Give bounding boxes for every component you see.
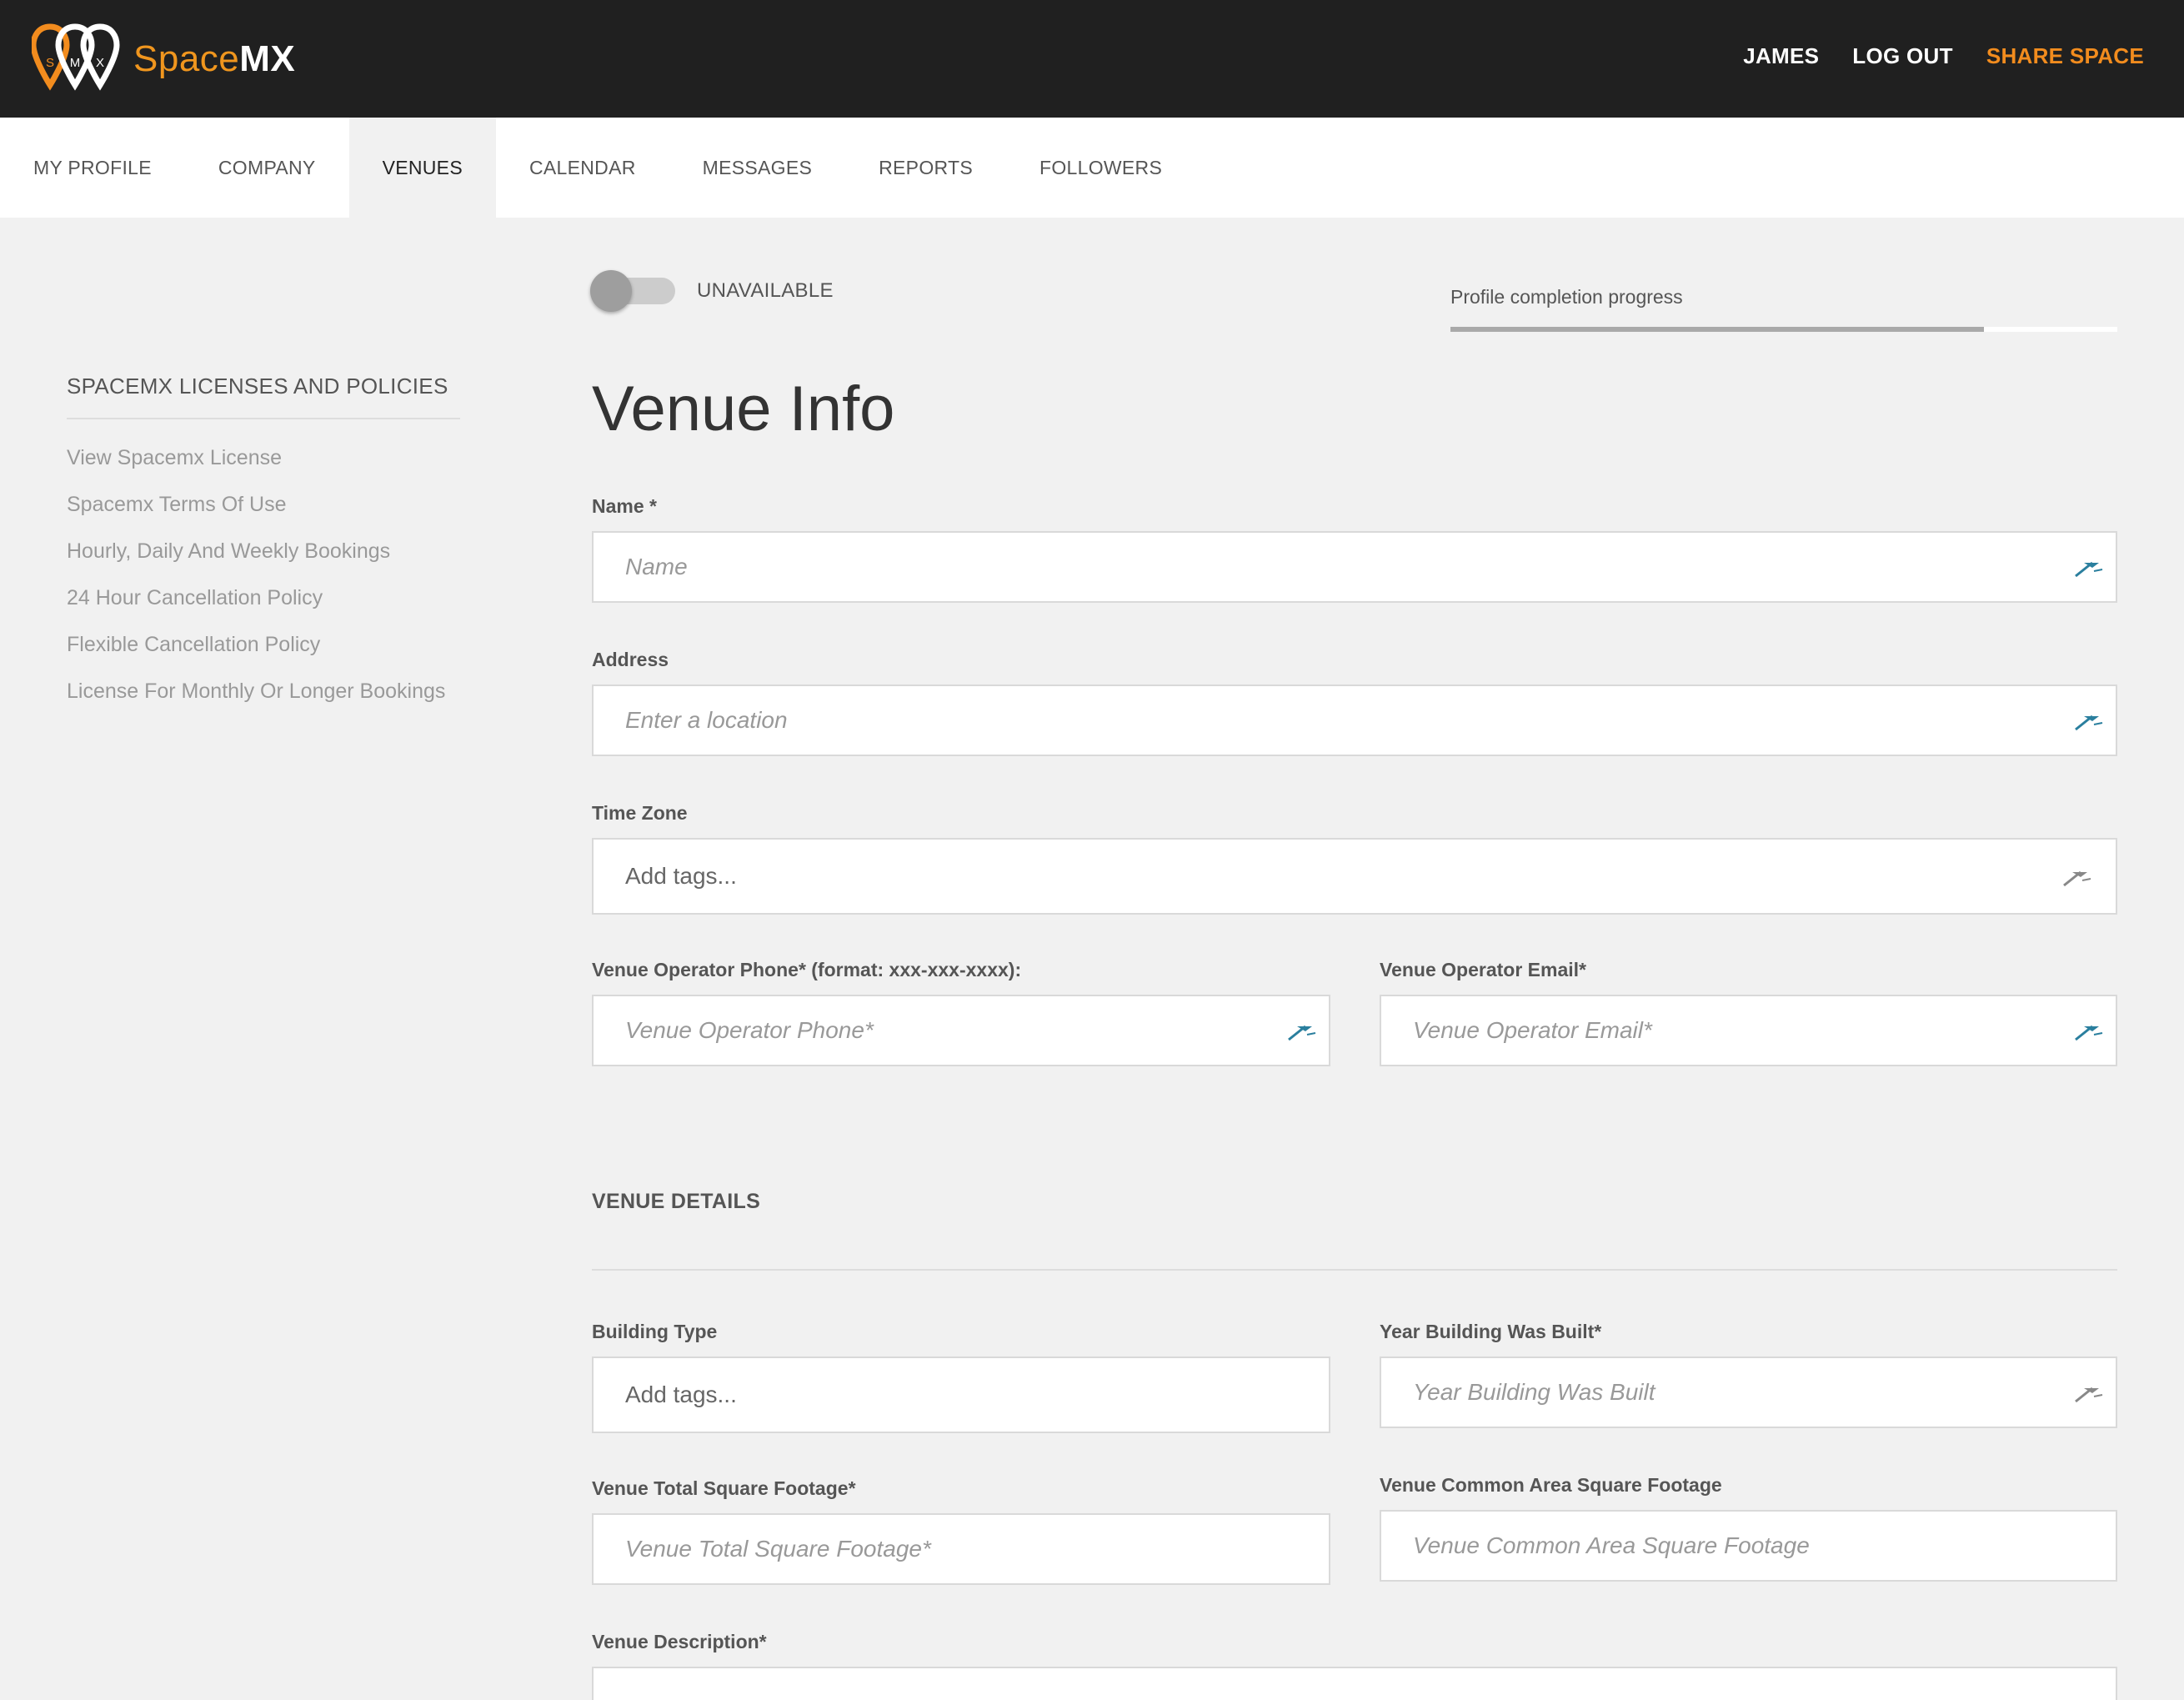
building-type-tags-input[interactable] bbox=[594, 1358, 1329, 1432]
user-link[interactable]: JAMES bbox=[1743, 43, 1819, 69]
sidebar-link-monthly-license[interactable]: License For Monthly Or Longer Bookings bbox=[67, 668, 460, 715]
sidebar-link-license[interactable]: View Spacemx License bbox=[67, 434, 460, 481]
autofill-icon[interactable] bbox=[2071, 708, 2104, 733]
logo-space: Space bbox=[133, 38, 240, 79]
name-input[interactable] bbox=[594, 533, 2116, 601]
spacemx-logo[interactable]: S M X SpaceMX bbox=[32, 23, 295, 95]
tab-reports[interactable]: REPORTS bbox=[845, 118, 1006, 218]
autofill-icon[interactable] bbox=[2071, 1018, 2104, 1043]
email-label: Venue Operator Email* bbox=[1380, 959, 1586, 980]
sidebar-link-24h-cancellation[interactable]: 24 Hour Cancellation Policy bbox=[67, 574, 460, 621]
page-title: Venue Info bbox=[592, 374, 895, 444]
year-built-input[interactable] bbox=[1381, 1358, 2116, 1427]
sidebar-link-terms[interactable]: Spacemx Terms Of Use bbox=[67, 481, 460, 528]
availability-toggle-row: UNAVAILABLE bbox=[590, 270, 834, 312]
logo-letter-s: S bbox=[46, 56, 54, 70]
year-built-field bbox=[1380, 1356, 2117, 1428]
description-field[interactable] bbox=[592, 1667, 2117, 1700]
address-field bbox=[592, 685, 2117, 756]
tab-venues[interactable]: VENUES bbox=[348, 118, 496, 218]
availability-toggle[interactable] bbox=[590, 270, 675, 312]
sidebar: SPACEMX LICENSES AND POLICIES View Space… bbox=[67, 374, 460, 715]
email-input[interactable] bbox=[1381, 996, 2116, 1065]
description-label: Venue Description* bbox=[592, 1631, 767, 1652]
time-zone-tags-input[interactable] bbox=[594, 840, 2116, 913]
name-label: Name * bbox=[592, 495, 657, 517]
total-sqft-label: Venue Total Square Footage* bbox=[592, 1477, 856, 1499]
sidebar-link-bookings[interactable]: Hourly, Daily And Weekly Bookings bbox=[67, 528, 460, 574]
progress-track bbox=[1450, 327, 2117, 332]
year-built-label: Year Building Was Built* bbox=[1380, 1321, 1602, 1342]
common-sqft-input[interactable] bbox=[1381, 1512, 2116, 1580]
toggle-knob[interactable] bbox=[590, 270, 632, 312]
top-bar: S M X SpaceMX JAMES LOG OUT SHARE SPACE bbox=[0, 0, 2184, 118]
logo-mx: MX bbox=[239, 38, 296, 79]
logo-letter-m: M bbox=[70, 56, 81, 70]
top-nav: JAMES LOG OUT SHARE SPACE bbox=[1743, 43, 2144, 69]
venue-details-title: VENUE DETAILS bbox=[592, 1190, 761, 1213]
tab-company[interactable]: COMPANY bbox=[185, 118, 349, 218]
time-zone-field bbox=[592, 838, 2117, 915]
tab-bar: MY PROFILE COMPANY VENUES CALENDAR MESSA… bbox=[0, 118, 2184, 218]
tab-calendar[interactable]: CALENDAR bbox=[496, 118, 669, 218]
autofill-icon[interactable] bbox=[2071, 554, 2104, 579]
logo-letter-x: X bbox=[96, 56, 104, 70]
tab-my-profile[interactable]: MY PROFILE bbox=[0, 118, 185, 218]
common-sqft-field bbox=[1380, 1510, 2117, 1582]
sidebar-title: SPACEMX LICENSES AND POLICIES bbox=[67, 374, 460, 419]
autofill-icon[interactable] bbox=[2059, 864, 2092, 889]
building-type-field bbox=[592, 1356, 1330, 1433]
phone-field bbox=[592, 995, 1330, 1066]
phone-label: Venue Operator Phone* (format: xxx-xxx-x… bbox=[592, 959, 1022, 980]
profile-progress: Profile completion progress bbox=[1450, 286, 2117, 332]
progress-label: Profile completion progress bbox=[1450, 286, 1683, 308]
logo-pins-icon: S M X bbox=[32, 23, 120, 91]
tab-followers[interactable]: FOLLOWERS bbox=[1006, 118, 1195, 218]
total-sqft-field bbox=[592, 1513, 1330, 1585]
logout-link[interactable]: LOG OUT bbox=[1852, 43, 1953, 69]
building-type-label: Building Type bbox=[592, 1321, 718, 1342]
section-divider bbox=[592, 1269, 2117, 1271]
phone-input[interactable] bbox=[594, 996, 1329, 1065]
autofill-icon[interactable] bbox=[1284, 1018, 1317, 1043]
autofill-icon[interactable] bbox=[2071, 1380, 2104, 1405]
time-zone-label: Time Zone bbox=[592, 802, 688, 824]
address-label: Address bbox=[592, 649, 669, 670]
logo-wordmark: SpaceMX bbox=[133, 38, 295, 80]
email-field bbox=[1380, 995, 2117, 1066]
availability-label: UNAVAILABLE bbox=[697, 279, 834, 302]
name-field bbox=[592, 531, 2117, 603]
tab-messages[interactable]: MESSAGES bbox=[669, 118, 846, 218]
share-space-link[interactable]: SHARE SPACE bbox=[1986, 43, 2144, 69]
address-input[interactable] bbox=[594, 686, 2116, 755]
progress-fill bbox=[1450, 327, 1984, 332]
sidebar-link-flexible-cancellation[interactable]: Flexible Cancellation Policy bbox=[67, 621, 460, 668]
total-sqft-input[interactable] bbox=[594, 1515, 1329, 1583]
common-sqft-label: Venue Common Area Square Footage bbox=[1380, 1474, 1722, 1496]
